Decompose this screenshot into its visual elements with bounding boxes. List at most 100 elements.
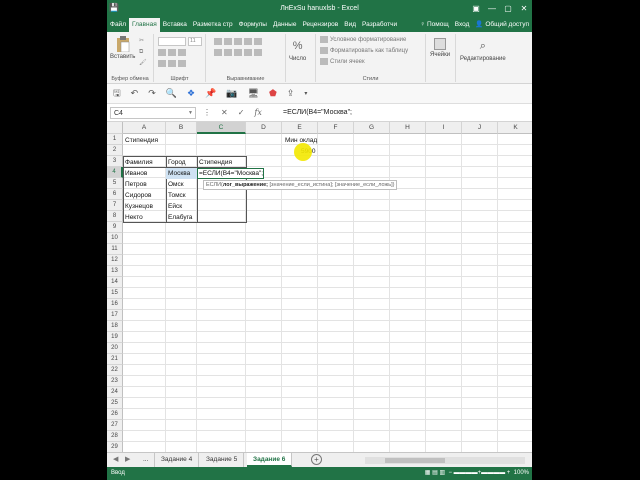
cell-c3[interactable]: Стипендия bbox=[197, 157, 232, 168]
sheet-tab-4[interactable]: Задание 4 bbox=[155, 453, 200, 467]
row-header-27[interactable]: 27 bbox=[107, 420, 123, 431]
align-right-icon[interactable] bbox=[234, 48, 242, 56]
customize-toolbar-icon[interactable]: ▾ bbox=[304, 90, 307, 97]
fill-color-icon[interactable] bbox=[168, 59, 176, 67]
align-left-icon[interactable] bbox=[214, 48, 222, 56]
row-header-12[interactable]: 12 bbox=[107, 255, 123, 266]
underline-icon[interactable] bbox=[178, 48, 186, 56]
column-header-h[interactable]: H bbox=[390, 122, 426, 134]
align-center-icon[interactable] bbox=[224, 48, 232, 56]
tooltip-function[interactable]: ЕСЛИ( bbox=[206, 182, 223, 188]
column-header-d[interactable]: D bbox=[246, 122, 282, 134]
column-header-k[interactable]: K bbox=[498, 122, 532, 134]
wrap-text-icon[interactable] bbox=[254, 37, 262, 45]
row-header-24[interactable]: 24 bbox=[107, 387, 123, 398]
indent-icon[interactable] bbox=[244, 48, 252, 56]
italic-icon[interactable] bbox=[168, 48, 176, 56]
pin-icon[interactable]: 📌 bbox=[205, 88, 216, 99]
row-header-11[interactable]: 11 bbox=[107, 244, 123, 255]
cell-a7[interactable]: Кузнецов bbox=[123, 201, 153, 212]
number-format-button[interactable]: % Число bbox=[289, 38, 306, 62]
row-header-29[interactable]: 29 bbox=[107, 442, 123, 452]
formula-bar-options-icon[interactable]: ⋮ bbox=[203, 107, 211, 119]
merge-icon[interactable] bbox=[254, 48, 262, 56]
next-sheet-icon[interactable]: ▶ bbox=[125, 455, 130, 463]
sign-in-link[interactable]: Вход bbox=[455, 18, 470, 32]
row-header-9[interactable]: 9 bbox=[107, 222, 123, 233]
tab-home[interactable]: Главная bbox=[128, 18, 160, 32]
maximize-button[interactable]: ▢ bbox=[500, 0, 516, 18]
undo-icon[interactable]: ↶ bbox=[131, 88, 139, 99]
row-header-19[interactable]: 19 bbox=[107, 332, 123, 343]
preview-icon[interactable]: 🔍 bbox=[166, 88, 177, 99]
column-header-c[interactable]: C bbox=[197, 122, 246, 134]
cell-a6[interactable]: Сидоров bbox=[123, 190, 151, 201]
column-header-g[interactable]: G bbox=[354, 122, 390, 134]
tab-page-layout[interactable]: Разметка стр bbox=[190, 18, 236, 32]
orientation-icon[interactable] bbox=[244, 37, 252, 45]
row-header-26[interactable]: 26 bbox=[107, 409, 123, 420]
row-header-4[interactable]: 4 bbox=[107, 167, 123, 178]
font-name-select[interactable] bbox=[158, 37, 186, 46]
scroll-thumb[interactable] bbox=[385, 458, 445, 463]
insert-function-icon[interactable]: fx bbox=[254, 107, 261, 119]
align-bottom-icon[interactable] bbox=[234, 37, 242, 45]
column-header-i[interactable]: I bbox=[426, 122, 462, 134]
row-header-21[interactable]: 21 bbox=[107, 354, 123, 365]
format-painter-icon[interactable]: 🖌 bbox=[139, 58, 147, 69]
cell-b7[interactable]: Ейск bbox=[166, 201, 182, 212]
font-color-icon[interactable] bbox=[178, 59, 186, 67]
prev-sheet-icon[interactable]: ◀ bbox=[113, 455, 118, 463]
row-header-28[interactable]: 28 bbox=[107, 431, 123, 442]
cell-styles-button[interactable]: Стили ячеек bbox=[320, 57, 408, 68]
row-header-14[interactable]: 14 bbox=[107, 277, 123, 288]
row-header-6[interactable]: 6 bbox=[107, 189, 123, 200]
row-header-16[interactable]: 16 bbox=[107, 299, 123, 310]
add-sheet-button[interactable]: + bbox=[311, 454, 322, 465]
conditional-formatting-button[interactable]: Условное форматирование bbox=[320, 35, 408, 46]
row-header-15[interactable]: 15 bbox=[107, 288, 123, 299]
editing-button[interactable]: ⌕ Редактирование bbox=[460, 38, 506, 62]
sheet-tab-6[interactable]: Задание 6 bbox=[247, 453, 293, 467]
cut-icon[interactable]: ✂ bbox=[139, 36, 147, 47]
tab-review[interactable]: Рецензиров bbox=[299, 18, 341, 32]
view-icons[interactable]: ▦ ▤ ▥ bbox=[425, 470, 445, 476]
column-header-b[interactable]: B bbox=[166, 122, 197, 134]
column-header-e[interactable]: E bbox=[282, 122, 318, 134]
cell-a8[interactable]: Некто bbox=[123, 212, 143, 223]
cell-c4-editor[interactable]: =ЕСЛИ(B4="Москва"; bbox=[197, 168, 265, 179]
row-header-18[interactable]: 18 bbox=[107, 321, 123, 332]
copy-icon[interactable]: ⧉ bbox=[139, 47, 147, 58]
select-all-corner[interactable] bbox=[107, 122, 123, 134]
row-header-7[interactable]: 7 bbox=[107, 200, 123, 211]
row-header-17[interactable]: 17 bbox=[107, 310, 123, 321]
format-as-table-button[interactable]: Форматировать как таблицу bbox=[320, 46, 408, 57]
close-button[interactable]: ✕ bbox=[516, 0, 532, 18]
tab-data[interactable]: Данные bbox=[270, 18, 299, 32]
cell-b3[interactable]: Город bbox=[166, 157, 186, 168]
cell-b4[interactable]: Москва bbox=[166, 168, 197, 179]
paste-button[interactable]: Вставить bbox=[110, 36, 135, 60]
ribbon-display-icon[interactable]: ▣ bbox=[468, 0, 484, 18]
row-header-10[interactable]: 10 bbox=[107, 233, 123, 244]
cells-button[interactable]: Ячейки bbox=[430, 38, 450, 58]
align-middle-icon[interactable] bbox=[224, 37, 232, 45]
dropbox-icon[interactable]: ❖ bbox=[187, 88, 195, 99]
zoom-control[interactable]: ▦ ▤ ▥ − ▬▬▬▬+▬▬▬▬ + 100% bbox=[425, 467, 529, 480]
sheet-overflow[interactable]: ... bbox=[137, 453, 156, 467]
worksheet-grid[interactable]: ABCDEFGHIJK 1 2 3 4 5 6 7 8 9 10 11 12 13 14 15 16 17 18 1… bbox=[107, 122, 532, 452]
save-icon[interactable]: 🖫 bbox=[113, 86, 121, 102]
cell-b6[interactable]: Томск bbox=[166, 190, 186, 201]
screen-icon[interactable]: 🖥 bbox=[248, 88, 259, 99]
row-header-8[interactable]: 8 bbox=[107, 211, 123, 222]
name-box[interactable]: C4 ▼ bbox=[110, 107, 196, 119]
sheet-tab-5[interactable]: Задание 5 bbox=[200, 453, 245, 467]
camera-icon[interactable]: 📷 bbox=[226, 88, 237, 99]
redo-icon[interactable]: ↷ bbox=[148, 88, 156, 99]
font-size-select[interactable]: 11 bbox=[188, 37, 202, 46]
tab-formulas[interactable]: Формулы bbox=[236, 18, 270, 32]
tab-developer[interactable]: Разработчи bbox=[359, 18, 400, 32]
tab-insert[interactable]: Вставка bbox=[160, 18, 190, 32]
row-header-5[interactable]: 5 bbox=[107, 178, 123, 189]
cell-b8[interactable]: Елабуга bbox=[166, 212, 192, 223]
